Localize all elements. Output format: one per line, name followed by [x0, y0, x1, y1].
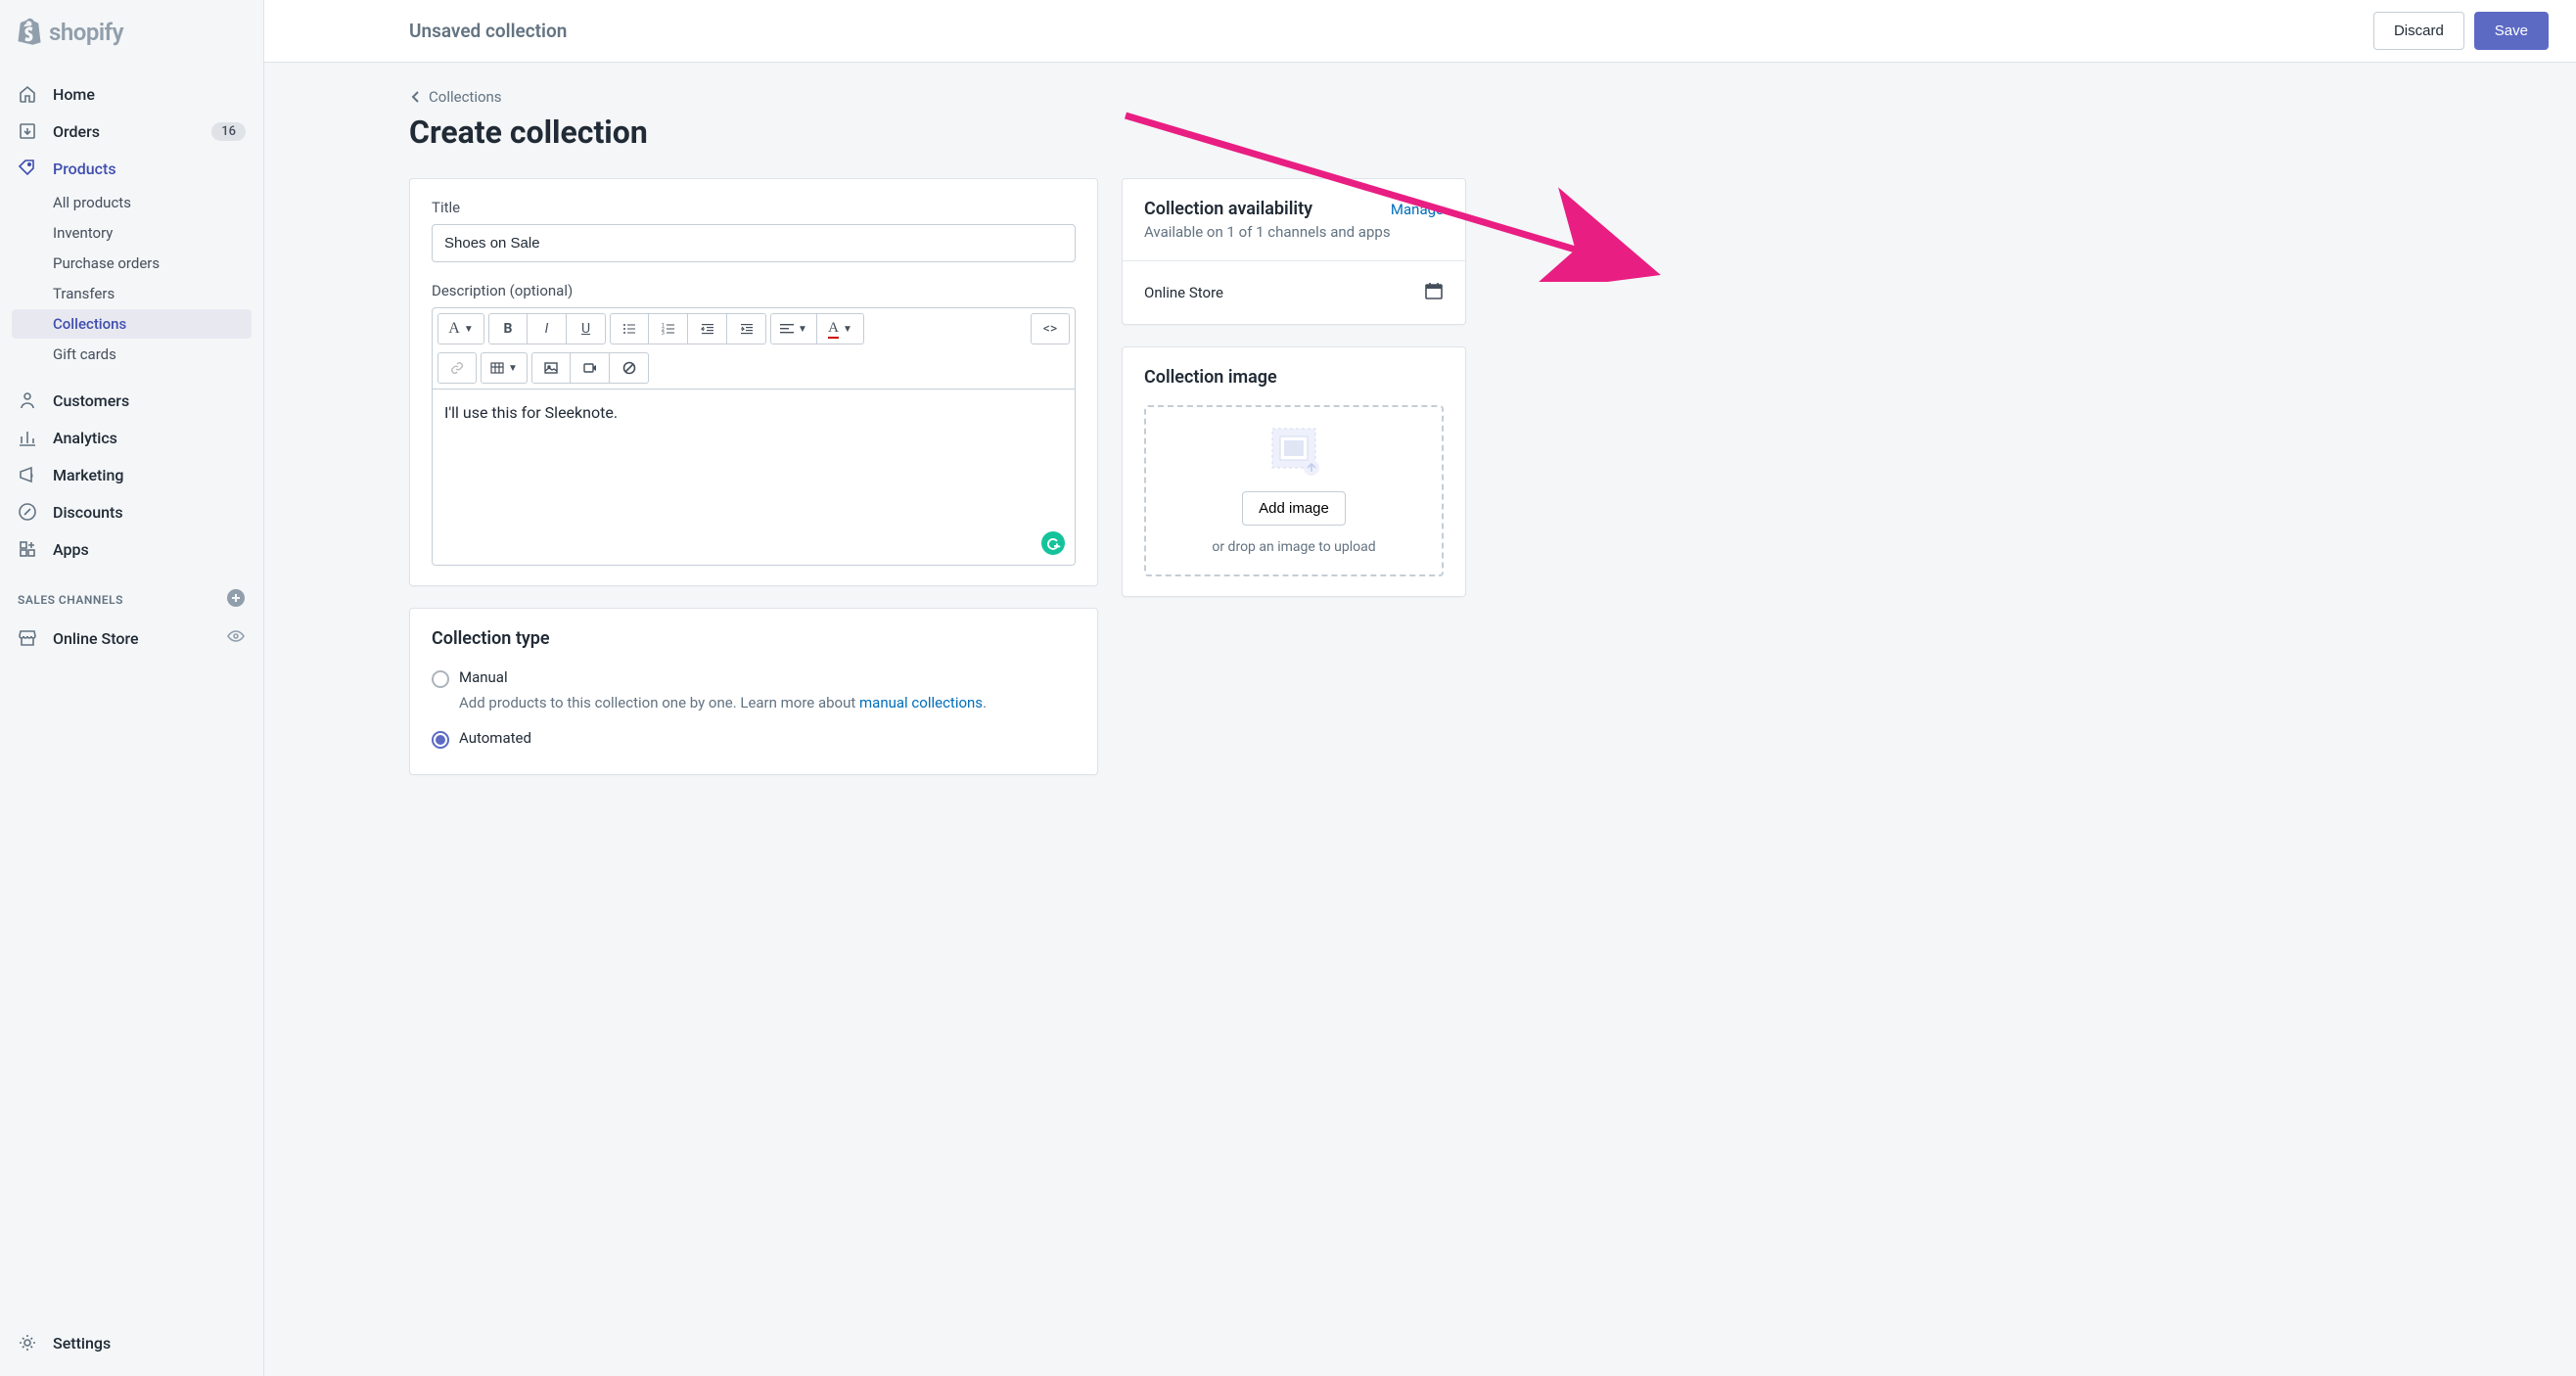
sidebar-sub-inventory[interactable]: Inventory [12, 218, 252, 248]
collection-type-heading: Collection type [432, 628, 1076, 649]
color-dropdown[interactable]: A ▼ [817, 313, 864, 344]
add-channel-button[interactable] [226, 588, 246, 611]
sidebar-item-marketing[interactable]: Marketing [12, 457, 252, 492]
discounts-icon [18, 502, 37, 522]
calendar-icon[interactable] [1424, 281, 1444, 304]
sidebar-sub-collections[interactable]: Collections [12, 309, 252, 339]
radio-icon [432, 731, 449, 749]
indent-button[interactable] [727, 313, 766, 344]
svg-text:3: 3 [662, 331, 665, 336]
image-heading: Collection image [1144, 367, 1444, 388]
marketing-icon [18, 465, 37, 484]
description-editor[interactable]: I'll use this for Sleeknote. [432, 390, 1076, 566]
sidebar-item-customers[interactable]: Customers [12, 383, 252, 418]
title-input[interactable] [432, 224, 1076, 262]
home-icon [18, 84, 37, 104]
underline-button[interactable]: U [567, 313, 606, 344]
drop-text: or drop an image to upload [1212, 539, 1375, 555]
analytics-icon [18, 428, 37, 447]
orders-icon [18, 121, 37, 141]
sidebar-item-orders[interactable]: Orders 16 [12, 114, 252, 149]
topbar-title: Unsaved collection [409, 20, 567, 42]
orders-badge: 16 [211, 122, 246, 141]
code-view-button[interactable]: <> [1031, 313, 1070, 344]
logo[interactable]: shopify [0, 0, 263, 76]
description-label: Description (optional) [432, 282, 1076, 299]
customers-icon [18, 390, 37, 410]
nav-label: Settings [53, 1334, 111, 1353]
nav-label: Discounts [53, 503, 123, 522]
sidebar-sub-transfers[interactable]: Transfers [12, 279, 252, 308]
description-text: I'll use this for Sleeknote. [444, 403, 618, 422]
sidebar-item-analytics[interactable]: Analytics [12, 420, 252, 455]
image-placeholder-icon [1266, 427, 1321, 478]
title-label: Title [432, 199, 1076, 216]
sales-channels-heading: SALES CHANNELS [18, 593, 123, 607]
store-icon [18, 628, 37, 648]
link-button[interactable] [437, 352, 477, 384]
editor-toolbar: A ▼ B I U 123 [432, 307, 1076, 390]
sidebar-item-apps[interactable]: Apps [12, 531, 252, 567]
nav-label: Online Store [53, 629, 139, 648]
add-image-button[interactable]: Add image [1242, 491, 1346, 526]
manual-collections-link[interactable]: manual collections [859, 694, 983, 711]
video-button[interactable] [571, 352, 610, 384]
shopify-icon [16, 18, 43, 47]
eye-icon[interactable] [226, 626, 246, 650]
nav-label: Apps [53, 540, 89, 559]
sidebar-item-discounts[interactable]: Discounts [12, 494, 252, 529]
image-dropzone[interactable]: Add image or drop an image to upload [1144, 405, 1444, 576]
page-title: Create collection [409, 114, 1466, 151]
outdent-button[interactable] [688, 313, 727, 344]
nav-label: Analytics [53, 429, 117, 447]
nav-label: Home [53, 85, 95, 104]
discard-button[interactable]: Discard [2373, 12, 2464, 50]
channel-name: Online Store [1144, 284, 1223, 301]
clear-format-button[interactable] [610, 352, 649, 384]
format-dropdown[interactable]: A ▼ [437, 313, 484, 344]
grammarly-icon[interactable] [1041, 531, 1065, 555]
breadcrumb[interactable]: Collections [409, 88, 1466, 106]
save-button[interactable]: Save [2474, 12, 2549, 50]
image-button[interactable] [531, 352, 571, 384]
availability-desc: Available on 1 of 1 channels and apps [1144, 223, 1444, 241]
italic-button[interactable]: I [528, 313, 567, 344]
brand-text: shopify [49, 19, 123, 46]
radio-manual[interactable]: Manual [432, 668, 1076, 688]
sidebar-sub-all-products[interactable]: All products [12, 188, 252, 217]
align-dropdown[interactable]: ▼ [770, 313, 817, 344]
radio-manual-label: Manual [459, 668, 508, 686]
sidebar-item-products[interactable]: Products [12, 151, 252, 186]
sidebar-item-home[interactable]: Home [12, 76, 252, 112]
bold-button[interactable]: B [488, 313, 528, 344]
gear-icon [18, 1333, 37, 1353]
sidebar-item-online-store[interactable]: Online Store [12, 619, 252, 658]
radio-icon [432, 670, 449, 688]
manual-description: Add products to this collection one by o… [459, 694, 1076, 711]
table-dropdown[interactable]: ▼ [481, 352, 528, 384]
bullet-list-button[interactable] [610, 313, 649, 344]
products-icon [18, 159, 37, 178]
manage-link[interactable]: Manage [1391, 201, 1444, 218]
radio-automated-label: Automated [459, 729, 531, 747]
radio-automated[interactable]: Automated [432, 729, 1076, 749]
chevron-left-icon [409, 90, 423, 104]
breadcrumb-label: Collections [429, 88, 502, 106]
sidebar-sub-gift-cards[interactable]: Gift cards [12, 340, 252, 369]
sidebar-item-settings[interactable]: Settings [12, 1323, 252, 1362]
sidebar-sub-purchase-orders[interactable]: Purchase orders [12, 249, 252, 278]
apps-icon [18, 539, 37, 559]
nav-label: Products [53, 160, 116, 178]
nav-label: Marketing [53, 466, 123, 484]
nav-label: Customers [53, 391, 129, 410]
number-list-button[interactable]: 123 [649, 313, 688, 344]
availability-heading: Collection availability [1144, 199, 1312, 219]
nav-label: Orders [53, 122, 100, 141]
